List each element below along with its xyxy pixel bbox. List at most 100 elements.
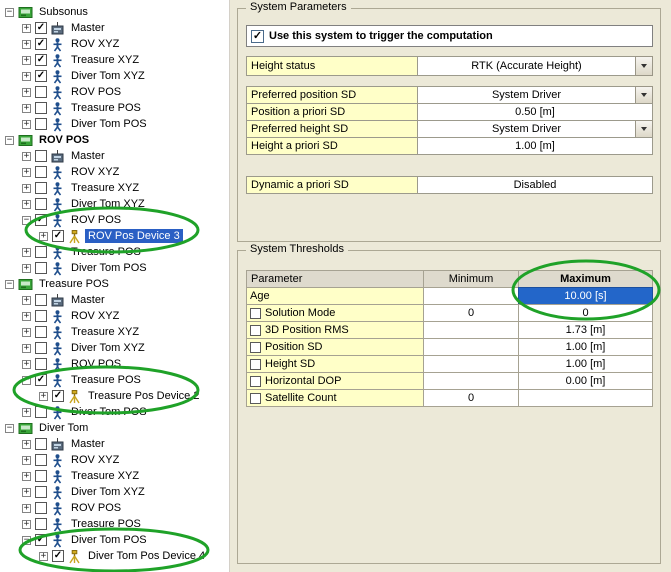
- tree-item[interactable]: + Diver Tom XYZ: [0, 196, 229, 212]
- tree-item[interactable]: + ROV XYZ: [0, 164, 229, 180]
- threshold-maximum-cell[interactable]: [518, 389, 653, 407]
- tree-item-label[interactable]: Subsonus: [36, 5, 91, 19]
- tree-checkbox[interactable]: ✓: [35, 54, 47, 66]
- tree-item-label[interactable]: Diver Tom XYZ: [68, 69, 148, 83]
- tree-item[interactable]: +Treasure XYZ: [0, 180, 229, 196]
- tree-item-label[interactable]: Diver Tom Pos Device 4: [85, 549, 208, 563]
- expand-toggle[interactable]: +: [22, 104, 31, 113]
- tree-item[interactable]: +Treasure XYZ: [0, 324, 229, 340]
- tree-item[interactable]: −Treasure POS: [0, 276, 229, 292]
- tree-checkbox[interactable]: [35, 118, 47, 130]
- tree-item[interactable]: +✓Treasure Pos Device 2: [0, 388, 229, 404]
- tree-checkbox[interactable]: [35, 502, 47, 514]
- tree-checkbox[interactable]: ✓: [35, 534, 47, 546]
- threshold-minimum-cell[interactable]: 0: [423, 389, 519, 407]
- tree-item[interactable]: −ROV POS: [0, 132, 229, 148]
- tree-item-label[interactable]: Diver Tom XYZ: [68, 197, 148, 211]
- threshold-maximum-cell[interactable]: 0: [518, 304, 653, 322]
- tree-item-label[interactable]: ROV Pos Device 3: [85, 229, 183, 243]
- tree-item-label[interactable]: Treasure XYZ: [68, 53, 142, 67]
- collapse-toggle[interactable]: −: [5, 280, 14, 289]
- tree-item-label[interactable]: Treasure Pos Device 2: [85, 389, 202, 403]
- trigger-computation-field[interactable]: ✓ Use this system to trigger the computa…: [246, 25, 653, 47]
- tree-item-label[interactable]: Diver Tom POS: [68, 533, 150, 547]
- tree-item[interactable]: + Master: [0, 436, 229, 452]
- expand-toggle[interactable]: +: [22, 504, 31, 513]
- expand-toggle[interactable]: +: [22, 264, 31, 273]
- height-status-value[interactable]: RTK (Accurate Height): [417, 56, 636, 76]
- tree-item[interactable]: +Treasure POS: [0, 516, 229, 532]
- tree-item-label[interactable]: ROV POS: [68, 213, 124, 227]
- tree-item[interactable]: +Master: [0, 292, 229, 308]
- expand-toggle[interactable]: +: [22, 520, 31, 529]
- tree-item[interactable]: −✓ Treasure POS: [0, 372, 229, 388]
- tree-item-label[interactable]: Master: [68, 437, 108, 451]
- tree-item-label[interactable]: ROV XYZ: [68, 165, 122, 179]
- tree-item-label[interactable]: ROV XYZ: [68, 37, 122, 51]
- tree-checkbox[interactable]: [35, 470, 47, 482]
- tree-item-label[interactable]: Treasure POS: [68, 245, 144, 259]
- tree-item[interactable]: −Subsonus: [0, 4, 229, 20]
- collapse-toggle[interactable]: −: [22, 376, 31, 385]
- expand-toggle[interactable]: +: [39, 232, 48, 241]
- tree-item-label[interactable]: Treasure POS: [68, 373, 144, 387]
- tree-checkbox[interactable]: [35, 406, 47, 418]
- tree-checkbox[interactable]: [35, 310, 47, 322]
- expand-toggle[interactable]: +: [22, 168, 31, 177]
- tree-item-label[interactable]: ROV POS: [68, 501, 124, 515]
- tree-item[interactable]: +ROV POS: [0, 356, 229, 372]
- threshold-maximum-cell[interactable]: 1.73 [m]: [518, 321, 653, 339]
- tree-checkbox[interactable]: ✓: [52, 390, 64, 402]
- tree-item[interactable]: + Diver Tom XYZ: [0, 340, 229, 356]
- expand-toggle[interactable]: +: [22, 72, 31, 81]
- expand-toggle[interactable]: +: [22, 296, 31, 305]
- tree-item[interactable]: +ROV POS: [0, 84, 229, 100]
- tree-item-label[interactable]: Treasure XYZ: [68, 181, 142, 195]
- tree-checkbox[interactable]: [35, 262, 47, 274]
- expand-toggle[interactable]: +: [22, 120, 31, 129]
- threshold-maximum-cell-selected[interactable]: 10.00 [s]: [518, 287, 653, 305]
- tree-checkbox[interactable]: [35, 86, 47, 98]
- expand-toggle[interactable]: +: [22, 40, 31, 49]
- expand-toggle[interactable]: +: [22, 472, 31, 481]
- threshold-minimum-cell[interactable]: [423, 355, 519, 373]
- dynamic-sd-value[interactable]: Disabled: [417, 176, 653, 194]
- param-value[interactable]: System Driver: [417, 86, 636, 104]
- tree-item-label[interactable]: Diver Tom XYZ: [68, 485, 148, 499]
- threshold-minimum-cell[interactable]: 0: [423, 304, 519, 322]
- tree-item[interactable]: + ✓ Diver Tom XYZ: [0, 68, 229, 84]
- threshold-minimum-cell[interactable]: [423, 372, 519, 390]
- threshold-checkbox[interactable]: [250, 325, 261, 336]
- threshold-checkbox[interactable]: [250, 393, 261, 404]
- expand-toggle[interactable]: +: [22, 248, 31, 257]
- tree-checkbox[interactable]: ✓: [35, 70, 47, 82]
- tree-checkbox[interactable]: [35, 166, 47, 178]
- tree-item[interactable]: −✓ROV POS: [0, 212, 229, 228]
- tree-item[interactable]: −✓Diver Tom POS: [0, 532, 229, 548]
- tree-item[interactable]: +Treasure POS: [0, 100, 229, 116]
- dropdown-arrow-icon[interactable]: [635, 120, 653, 138]
- expand-toggle[interactable]: +: [22, 200, 31, 209]
- threshold-minimum-cell[interactable]: [423, 287, 519, 305]
- tree-checkbox[interactable]: [35, 454, 47, 466]
- tree-item-label[interactable]: ROV POS: [68, 357, 124, 371]
- param-value[interactable]: 0.50 [m]: [417, 103, 653, 121]
- expand-toggle[interactable]: +: [22, 344, 31, 353]
- tree-checkbox[interactable]: [35, 246, 47, 258]
- tree-item[interactable]: −Diver Tom: [0, 420, 229, 436]
- expand-toggle[interactable]: +: [22, 408, 31, 417]
- threshold-minimum-cell[interactable]: [423, 321, 519, 339]
- tree-checkbox[interactable]: ✓: [35, 38, 47, 50]
- tree-item-label[interactable]: Diver Tom POS: [68, 261, 150, 275]
- tree-checkbox[interactable]: ✓: [35, 214, 47, 226]
- tree-item-label[interactable]: Diver Tom XYZ: [68, 341, 148, 355]
- tree-item[interactable]: +Diver Tom XYZ: [0, 484, 229, 500]
- threshold-checkbox[interactable]: [250, 376, 261, 387]
- collapse-toggle[interactable]: −: [5, 424, 14, 433]
- tree-checkbox[interactable]: ✓: [35, 374, 47, 386]
- tree-item[interactable]: + ✓ ROV XYZ: [0, 36, 229, 52]
- expand-toggle[interactable]: +: [39, 552, 48, 561]
- expand-toggle[interactable]: +: [22, 440, 31, 449]
- tree-item-label[interactable]: Treasure XYZ: [68, 325, 142, 339]
- tree-checkbox[interactable]: [35, 150, 47, 162]
